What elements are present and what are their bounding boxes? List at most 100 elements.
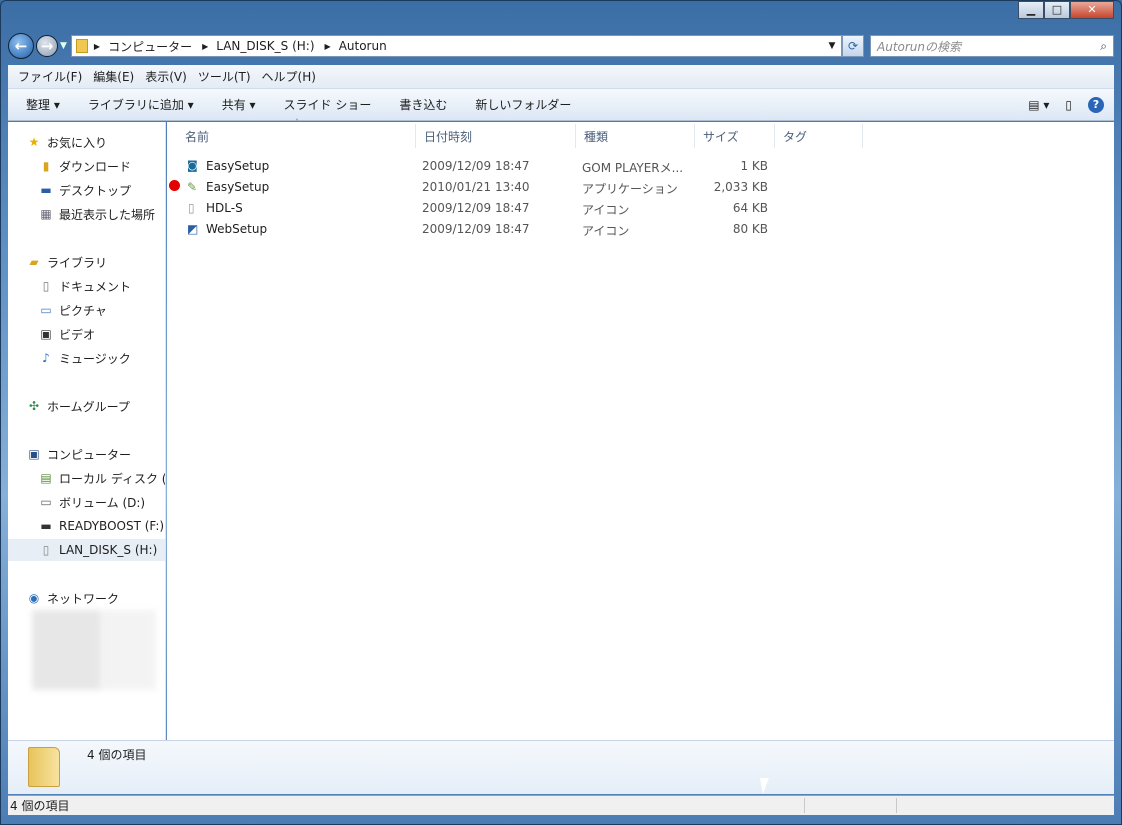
navigation-pane: ★ お気に入り ▮ ダウンロード ▬ デスクトップ ▦ 最近表示した場所 ▰ ライブラリ …	[8, 122, 166, 740]
menu-bar: ファイル(F) 編集(E) 表示(V) ツール(T) ヘルプ(H)	[8, 65, 1114, 89]
maximize-button[interactable]: □	[1044, 1, 1070, 19]
nav-lan-disk[interactable]: ▯ LAN_DISK_S (H:)	[8, 539, 165, 561]
minimize-button[interactable]: ▁	[1018, 1, 1044, 19]
breadcrumb-autorun[interactable]: Autorun	[339, 39, 387, 53]
nav-readyboost[interactable]: ▬ READYBOOST (F:)	[38, 515, 165, 537]
back-button[interactable]: ←	[8, 33, 34, 59]
column-label: サイズ	[703, 129, 739, 144]
refresh-button[interactable]: ⟳	[842, 35, 864, 57]
nav-label: コンピューター	[47, 447, 132, 462]
music-icon: ♪	[42, 351, 50, 365]
file-date: 2009/12/09 18:47	[422, 222, 530, 236]
file-size: 80 KB	[732, 222, 768, 236]
slideshow-button[interactable]: スライド ショー	[284, 96, 372, 113]
change-view-button[interactable]: ▤ ▾	[1028, 98, 1049, 112]
menu-file[interactable]: ファイル(F)	[18, 68, 82, 85]
nav-label: 最近表示した場所	[59, 207, 156, 222]
nav-homegroup[interactable]: ✣ ホームグループ	[26, 395, 165, 417]
nav-label: READYBOOST (F:)	[59, 519, 165, 533]
file-type: アイコン	[582, 203, 630, 217]
help-button[interactable]: ?	[1088, 96, 1104, 113]
menu-tools[interactable]: ツール(T)	[198, 68, 251, 85]
menu-help[interactable]: ヘルプ(H)	[262, 68, 316, 85]
nav-label: ローカル ディスク (	[59, 471, 166, 486]
file-date: 2009/12/09 18:47	[422, 159, 530, 173]
command-bar: 整理 ▾ ライブラリに追加 ▾ 共有 ▾ スライド ショー 書き込む 新しいフォ…	[8, 89, 1114, 121]
preview-pane-button[interactable]: ▯	[1065, 98, 1072, 112]
homegroup-icon: ✣	[28, 399, 40, 413]
nav-volume-d[interactable]: ▭ ボリューム (D:)	[38, 491, 165, 513]
file-row[interactable]: ◩ WebSetup 2009/12/09 18:47 アイコン 80 KB	[167, 219, 867, 240]
column-header-size[interactable]: サイズ	[695, 124, 775, 148]
new-folder-button[interactable]: 新しいフォルダー	[475, 96, 571, 113]
menu-view[interactable]: 表示(V)	[145, 68, 187, 85]
red-marker-icon	[169, 180, 180, 191]
file-row[interactable]: ◙ EasySetup 2009/12/09 18:47 GOM PLAYERメ…	[167, 156, 867, 177]
breadcrumb-separator-icon[interactable]: ▶	[325, 42, 331, 51]
close-button[interactable]: ✕	[1070, 1, 1114, 19]
nav-label: ピクチャ	[59, 303, 107, 318]
file-row[interactable]: ✎ EasySetup 2010/01/21 13:40 アプリケーション 2,…	[167, 177, 867, 198]
file-size: 64 KB	[732, 201, 768, 215]
file-type: アプリケーション	[582, 182, 678, 196]
status-divider	[804, 798, 805, 813]
drive-icon: ▯	[188, 201, 195, 215]
forward-button[interactable]: →	[36, 35, 58, 57]
add-to-library-button[interactable]: ライブラリに追加 ▾	[88, 96, 194, 113]
video-icon: ▣	[40, 327, 52, 341]
computer-icon: ▣	[28, 447, 40, 461]
search-input[interactable]: Autorunの検索 ⌕	[870, 35, 1114, 57]
file-type: アイコン	[582, 224, 630, 238]
menu-edit[interactable]: 編集(E)	[93, 68, 134, 85]
breadcrumb-separator-icon[interactable]: ▶	[94, 42, 100, 51]
address-row: ← → ▼ ▶ コンピューター ▶ LAN_DISK_S (H:) ▶ Auto…	[8, 33, 1114, 59]
nav-libraries[interactable]: ▰ ライブラリ	[26, 251, 165, 273]
pictures-icon: ▭	[40, 303, 52, 317]
nav-label: ドキュメント	[59, 279, 132, 294]
nav-label: ダウンロード	[59, 159, 132, 174]
nav-videos[interactable]: ▣ ビデオ	[38, 323, 165, 345]
history-dropdown-icon[interactable]: ▼	[60, 41, 67, 51]
star-icon: ★	[28, 135, 40, 149]
column-label: 日付時刻	[424, 129, 473, 144]
breadcrumb-computer[interactable]: コンピューター	[108, 38, 192, 55]
nav-label: お気に入り	[47, 135, 108, 150]
share-button[interactable]: 共有 ▾	[222, 96, 256, 113]
nav-label: ライブラリ	[47, 255, 108, 270]
organize-button[interactable]: 整理 ▾	[26, 96, 60, 113]
nav-network[interactable]: ◉ ネットワーク	[26, 587, 165, 609]
removable-drive-icon: ▬	[40, 519, 52, 533]
search-icon[interactable]: ⌕	[1100, 39, 1107, 54]
websetup-icon: ◩	[187, 222, 199, 236]
sort-ascending-icon: ˄	[295, 118, 299, 127]
file-row[interactable]: ▯ HDL-S 2009/12/09 18:47 アイコン 64 KB	[167, 198, 867, 219]
nav-music[interactable]: ♪ ミュージック	[38, 347, 165, 369]
nav-pictures[interactable]: ▭ ピクチャ	[38, 299, 165, 321]
details-pane: 4 個の項目	[8, 740, 1114, 794]
blurred-network-items	[32, 610, 156, 690]
nav-favorites[interactable]: ★ お気に入り	[26, 131, 165, 153]
column-header-type[interactable]: 種類	[576, 124, 695, 148]
status-text: 4 個の項目	[10, 799, 70, 813]
breadcrumb-drive[interactable]: LAN_DISK_S (H:)	[216, 39, 314, 53]
column-header-date[interactable]: 日付時刻	[416, 124, 576, 148]
address-bar[interactable]: ▶ コンピューター ▶ LAN_DISK_S (H:) ▶ Autorun ▼	[70, 35, 842, 57]
status-bar: 4 個の項目	[8, 795, 1114, 815]
nav-desktop[interactable]: ▬ デスクトップ	[38, 179, 165, 201]
nav-computer[interactable]: ▣ コンピューター	[26, 443, 165, 465]
download-folder-icon: ▮	[42, 159, 50, 173]
nav-documents[interactable]: ▯ ドキュメント	[38, 275, 165, 297]
drive-icon: ▭	[40, 495, 52, 509]
nav-downloads[interactable]: ▮ ダウンロード	[38, 155, 165, 177]
breadcrumb-separator-icon[interactable]: ▶	[202, 42, 208, 51]
file-name: EasySetup	[206, 159, 270, 173]
file-date: 2010/01/21 13:40	[422, 180, 530, 194]
burn-button[interactable]: 書き込む	[399, 96, 447, 113]
nav-label: ボリューム (D:)	[59, 495, 146, 510]
file-name: EasySetup	[206, 180, 270, 194]
nav-local-disk[interactable]: ▤ ローカル ディスク (	[38, 467, 166, 489]
address-dropdown-icon[interactable]: ▼	[823, 41, 841, 51]
column-header-name[interactable]: 名前 ˄	[177, 118, 416, 148]
column-header-tags[interactable]: タグ	[775, 124, 863, 148]
nav-recent-places[interactable]: ▦ 最近表示した場所	[38, 203, 165, 225]
